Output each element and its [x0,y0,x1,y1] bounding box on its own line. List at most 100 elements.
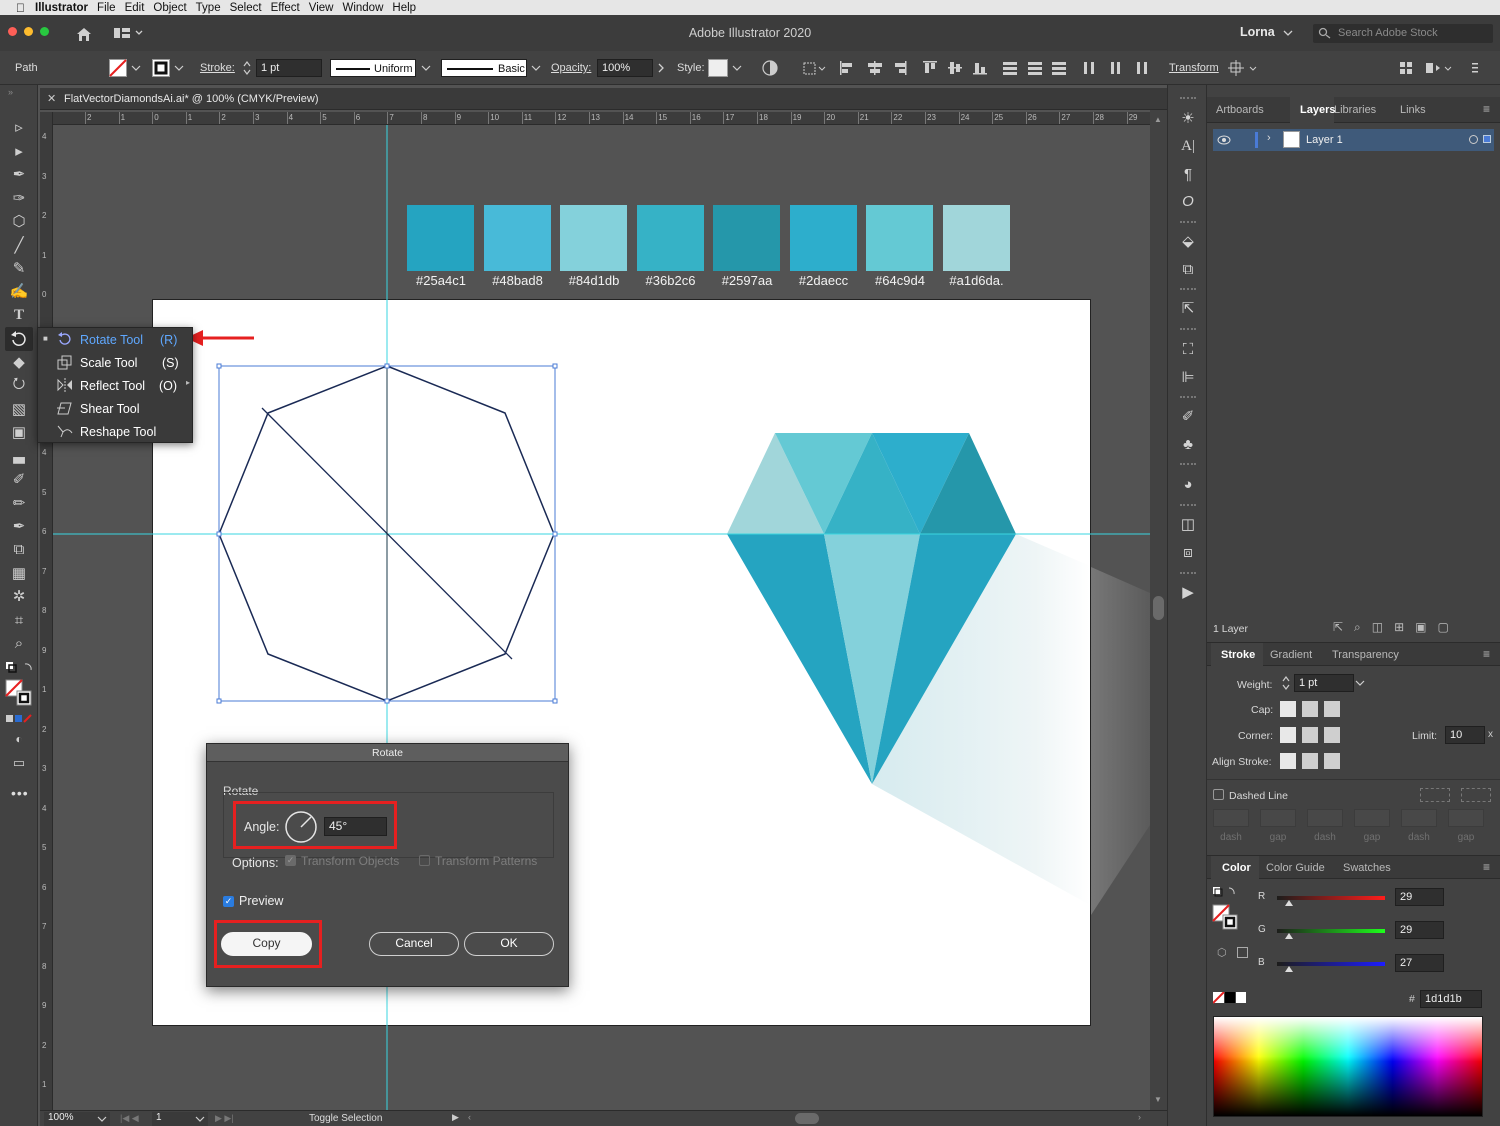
align-center-button[interactable] [1280,753,1296,769]
scroll-up-icon[interactable]: ▲ [1154,115,1162,124]
panel-grip[interactable]: » [8,87,13,97]
panel-grip[interactable] [1180,463,1196,465]
bbox-handle-tl[interactable] [216,363,222,369]
menu-select[interactable]: Select [230,2,271,14]
polygon-tool-icon[interactable]: ⬡ [10,212,28,230]
chevron-down-icon[interactable] [174,65,184,71]
vertical-scroll-thumb[interactable] [1153,596,1164,620]
brush-definition[interactable]: Basic [441,59,527,77]
fill-none-swatch[interactable] [109,59,127,77]
tab-links[interactable]: Links [1400,104,1426,116]
stepper-icon[interactable] [242,60,252,76]
round-join-button[interactable] [1302,727,1318,743]
shaper-tool-icon[interactable]: ✍ [10,282,29,300]
dashed-line-checkbox[interactable] [1213,789,1224,800]
panel-grip[interactable] [1180,572,1196,574]
menu-app-name[interactable]: Illustrator [35,2,97,14]
layer-name[interactable]: Layer 1 [1306,134,1343,146]
web-safe-icon[interactable] [1237,947,1248,958]
expand-chevron-icon[interactable]: › [1267,132,1271,144]
weight-field[interactable]: 1 pt [1294,674,1354,692]
r-field[interactable]: 29 [1395,888,1444,906]
butt-cap-button[interactable] [1280,701,1296,717]
more-tools-icon[interactable]: ••• [11,785,29,801]
symbol-sprayer-tool-icon[interactable]: ▣ [10,423,28,441]
b-slider-thumb[interactable] [1285,966,1293,972]
character-icon[interactable]: A| [1179,137,1197,155]
transform-link[interactable]: Transform [1169,62,1219,74]
menu-type[interactable]: Type [196,2,230,14]
chevron-down-icon[interactable] [421,65,431,71]
scroll-right-icon[interactable]: › [1138,1112,1141,1122]
chevron-down-icon[interactable] [131,65,141,71]
panel-menu-icon[interactable]: ≡ [1483,102,1490,116]
bbox-handle-ml[interactable] [216,531,222,537]
ok-button[interactable]: OK [464,932,554,956]
align-inside-button[interactable] [1302,753,1318,769]
align-panel-icon[interactable]: ⊫ [1179,368,1197,386]
flyout-shear-tool[interactable]: Shear Tool [38,397,194,420]
tab-color-guide[interactable]: Color Guide [1266,862,1325,874]
type-tool-icon[interactable]: T [10,306,28,324]
layers-footer-icons[interactable]: ⇱⌕◫⊞▣▢ [1333,620,1460,635]
menu-file[interactable]: File [97,2,125,14]
tab-stroke[interactable]: Stroke [1221,649,1255,661]
eraser-tool-icon[interactable]: ◆ [10,353,28,371]
bbox-handle-tc[interactable] [384,363,390,369]
pathfinder-icon[interactable]: ◫ [1179,515,1197,533]
chevron-down-icon[interactable] [732,65,742,71]
tab-gradient[interactable]: Gradient [1270,649,1312,661]
dash-gap-input[interactable] [1354,809,1390,827]
graphic-styles-icon[interactable]: ⬙ [1179,232,1197,250]
g-field[interactable]: 29 [1395,921,1444,939]
bbox-handle-mr[interactable] [552,531,558,537]
align-to-selection-icon[interactable] [802,60,828,76]
stepper-icon[interactable] [1281,675,1291,691]
opacity-field[interactable]: 100% [597,59,653,77]
chevron-right-icon[interactable] [657,63,665,73]
paragraph-icon[interactable]: ¶ [1179,165,1197,183]
menu-effect[interactable]: Effect [271,2,309,14]
r-slider-thumb[interactable] [1285,900,1293,906]
miter-join-button[interactable] [1280,727,1296,743]
bbox-handle-br[interactable] [552,698,558,704]
bbox-handle-bc[interactable] [384,698,390,704]
tab-artboards[interactable]: Artboards [1216,104,1264,116]
paintbrush-tool-icon[interactable]: ✎ [10,259,28,277]
selection-indicator[interactable] [1483,135,1491,143]
artboard-tool-icon[interactable]: ⌗ [10,611,28,629]
chevron-down-icon[interactable] [531,65,541,71]
symbols-icon[interactable]: ⧉ [1179,260,1197,278]
dash-gap-input[interactable] [1213,809,1249,827]
panel-grip[interactable] [1180,396,1196,398]
export-icon[interactable]: ⇱ [1179,299,1197,317]
color-spectrum[interactable] [1213,1016,1483,1117]
color-themes-icon[interactable]: ◕ [1179,475,1197,493]
quick-color-swatches[interactable] [1213,992,1247,1004]
eye-icon[interactable] [1217,135,1231,145]
stock-search-field[interactable]: Search Adobe Stock [1313,24,1493,43]
bbox-handle-tr[interactable] [552,363,558,369]
status-text[interactable]: Toggle Selection [309,1113,382,1124]
cancel-button[interactable]: Cancel [369,932,459,956]
stroke-label[interactable]: Stroke: [200,62,235,74]
round-cap-button[interactable] [1302,701,1318,717]
panel-grip[interactable] [1180,288,1196,290]
tab-color[interactable]: Color [1222,862,1251,874]
width-tool-icon[interactable]: ⭮ [10,375,28,394]
distribute-icons-group[interactable] [1082,60,1156,76]
menu-edit[interactable]: Edit [125,2,154,14]
dash-align-button[interactable] [1461,788,1491,802]
horizontal-scroll-thumb[interactable] [795,1113,819,1124]
screen-mode-icon[interactable]: ▭ [10,754,28,772]
g-slider-thumb[interactable] [1285,933,1293,939]
tab-swatches[interactable]: Swatches [1343,862,1391,874]
dash-preserve-button[interactable] [1420,788,1450,802]
stroke-weight-field[interactable]: 1 pt [256,59,322,77]
vertical-scrollbar[interactable]: ▲ ▼ [1150,110,1167,1110]
limit-field[interactable]: 10 [1445,726,1485,744]
b-field[interactable]: 27 [1395,954,1444,972]
dash-gap-input[interactable] [1260,809,1296,827]
actions-play-icon[interactable]: ▶ [1179,583,1197,601]
isolate-object-icon[interactable] [1228,60,1260,76]
